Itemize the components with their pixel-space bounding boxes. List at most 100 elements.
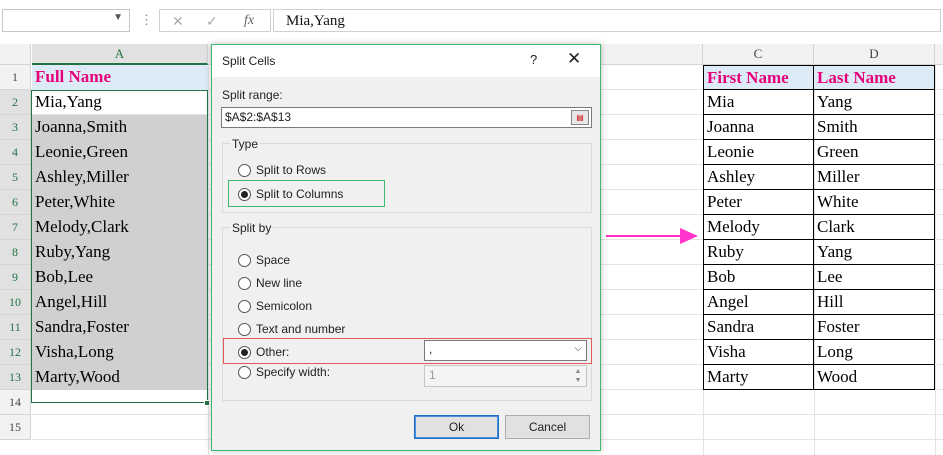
header-cell[interactable]: Last Name: [814, 65, 935, 90]
row-header[interactable]: 12: [0, 340, 31, 365]
cell[interactable]: Mia: [703, 90, 814, 115]
row-header[interactable]: 13: [0, 365, 31, 390]
cell[interactable]: Visha: [703, 340, 814, 365]
text-and-number-label: Text and number: [256, 322, 346, 336]
grid-line: [208, 65, 209, 455]
more-icon: ⋮: [140, 12, 153, 27]
select-all-corner[interactable]: [0, 44, 31, 65]
split-to-rows-label: Split to Rows: [256, 163, 327, 177]
cell[interactable]: Hill: [814, 290, 935, 315]
row-header[interactable]: 2: [0, 90, 31, 115]
row-header[interactable]: 5: [0, 165, 31, 190]
cell[interactable]: Foster: [814, 315, 935, 340]
cell[interactable]: Leonie: [703, 140, 814, 165]
selection-border: [31, 90, 208, 403]
row-header[interactable]: 7: [0, 215, 31, 240]
grid-line: [935, 65, 936, 455]
column-header-a[interactable]: A: [32, 44, 208, 65]
cell[interactable]: White: [814, 190, 935, 215]
cancel-button[interactable]: Cancel: [505, 415, 590, 439]
column-header-c[interactable]: C: [703, 44, 814, 65]
semicolon-radio[interactable]: Semicolon: [238, 299, 312, 313]
row-header[interactable]: 15: [0, 415, 31, 440]
split-by-label: Split by: [230, 221, 274, 235]
specify-width-label: Specify width:: [256, 365, 331, 379]
cell[interactable]: Clark: [814, 215, 935, 240]
column-header-d[interactable]: D: [814, 44, 935, 65]
cell[interactable]: Yang: [814, 240, 935, 265]
spinner-icon: ▲ ▼: [574, 368, 582, 384]
other-label: Other:: [256, 345, 290, 359]
space-label: Space: [256, 253, 291, 267]
row-header[interactable]: 10: [0, 290, 31, 315]
other-radio[interactable]: Other:: [238, 345, 289, 359]
row-header[interactable]: 3: [0, 115, 31, 140]
cell[interactable]: Peter: [703, 190, 814, 215]
help-icon[interactable]: ?: [530, 52, 537, 67]
row-header[interactable]: 1: [0, 65, 31, 90]
cell[interactable]: Bob: [703, 265, 814, 290]
dialog-title-bar[interactable]: Split Cells ? ✕: [212, 45, 600, 77]
type-label: Type: [230, 137, 261, 151]
split-range-value: $A$2:$A$13: [225, 110, 292, 124]
header-cell[interactable]: First Name: [703, 65, 814, 90]
row-header[interactable]: 9: [0, 265, 31, 290]
other-separator-value: ,: [429, 342, 433, 356]
split-to-rows-radio[interactable]: Split to Rows: [238, 163, 326, 177]
new-line-label: New line: [256, 276, 303, 290]
cell[interactable]: Smith: [814, 115, 935, 140]
split-cells-dialog: Split Cells ? ✕ Split range: $A$2:$A$13 …: [211, 44, 601, 451]
radio-icon: [238, 299, 251, 313]
close-icon[interactable]: ✕: [567, 49, 581, 69]
radio-icon: [238, 365, 251, 379]
check-icon[interactable]: ✓: [206, 13, 218, 30]
split-range-input[interactable]: $A$2:$A$13 ▤: [221, 107, 592, 128]
radio-selected-icon: [238, 345, 251, 359]
new-line-radio[interactable]: New line: [238, 276, 302, 290]
header-cell[interactable]: Full Name: [32, 65, 208, 90]
cell[interactable]: Ruby: [703, 240, 814, 265]
row-header[interactable]: 14: [0, 390, 31, 415]
radio-icon: [238, 163, 251, 177]
fx-icon[interactable]: fx: [244, 13, 254, 29]
dialog-title: Split Cells: [222, 54, 276, 68]
split-range-label: Split range:: [222, 88, 283, 102]
row-header[interactable]: 4: [0, 140, 31, 165]
row-header[interactable]: 6: [0, 190, 31, 215]
row-header[interactable]: 8: [0, 240, 31, 265]
cell[interactable]: Angel: [703, 290, 814, 315]
name-box[interactable]: ▼: [2, 9, 130, 32]
cell[interactable]: Green: [814, 140, 935, 165]
radio-icon: [238, 253, 251, 267]
radio-icon: [238, 322, 251, 336]
formula-bar: ▼ ⋮ ✕ ✓ fx Mia,Yang: [0, 0, 943, 44]
other-separator-input[interactable]: , ⌵: [424, 340, 587, 361]
cell[interactable]: Marty: [703, 365, 814, 390]
text-and-number-radio[interactable]: Text and number: [238, 322, 345, 336]
specify-width-radio[interactable]: Specify width:: [238, 365, 330, 379]
ok-button[interactable]: Ok: [414, 415, 499, 439]
fill-handle[interactable]: [204, 400, 210, 406]
cell[interactable]: Sandra: [703, 315, 814, 340]
range-select-icon[interactable]: ▤: [571, 110, 589, 125]
cell[interactable]: Yang: [814, 90, 935, 115]
radio-selected-icon: [238, 187, 251, 201]
split-to-columns-radio[interactable]: Split to Columns: [238, 187, 343, 201]
chevron-down-icon[interactable]: ⌵: [574, 343, 582, 354]
semicolon-label: Semicolon: [256, 299, 313, 313]
arrow-icon: [606, 228, 698, 244]
cell[interactable]: Long: [814, 340, 935, 365]
column-header-e[interactable]: [935, 44, 943, 65]
cell[interactable]: Joanna: [703, 115, 814, 140]
cell[interactable]: Wood: [814, 365, 935, 390]
x-icon[interactable]: ✕: [172, 13, 184, 30]
formula-input[interactable]: Mia,Yang: [273, 9, 941, 32]
cell[interactable]: Miller: [814, 165, 935, 190]
chevron-down-icon[interactable]: ▼: [113, 12, 123, 23]
cell[interactable]: Ashley: [703, 165, 814, 190]
row-header[interactable]: 11: [0, 315, 31, 340]
width-stepper: 1 ▲ ▼: [424, 365, 587, 387]
space-radio[interactable]: Space: [238, 253, 290, 267]
cell[interactable]: Melody: [703, 215, 814, 240]
cell[interactable]: Lee: [814, 265, 935, 290]
